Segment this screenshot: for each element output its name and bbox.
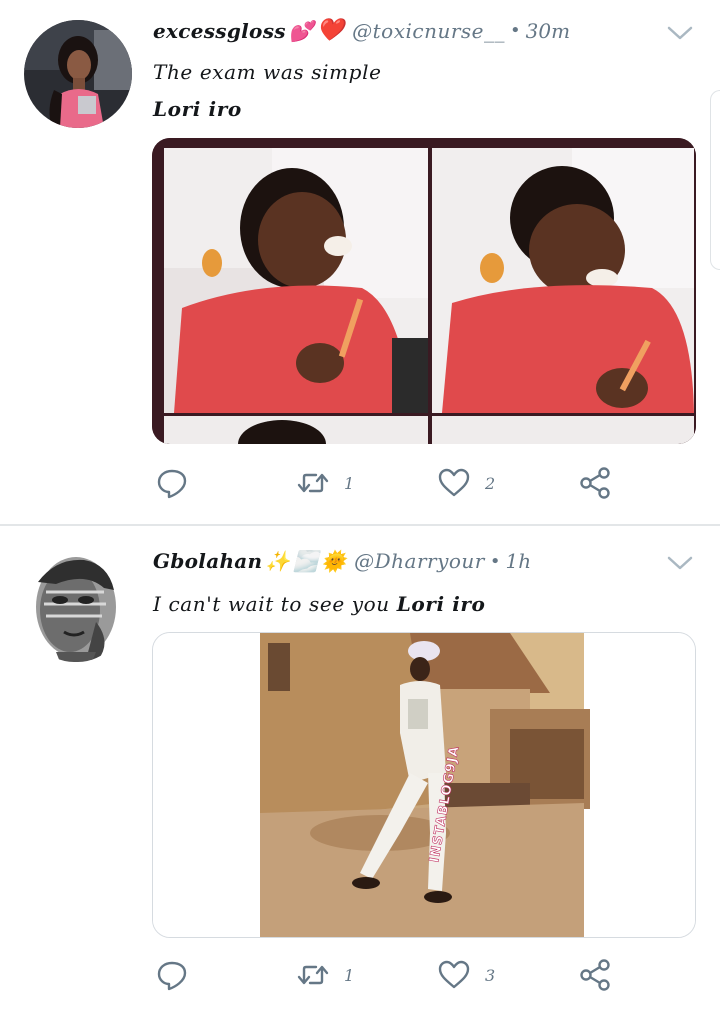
tweet-text-bold: Lori iro <box>396 592 486 616</box>
tweet-actions: 1 2 <box>0 466 720 506</box>
display-name[interactable]: Gbolahan <box>153 549 262 573</box>
like-count: 3 <box>485 965 496 985</box>
share-button[interactable] <box>578 466 612 500</box>
scroll-edge <box>710 90 720 270</box>
tweet-media[interactable] <box>152 138 696 444</box>
like-icon <box>438 960 470 989</box>
handle[interactable]: @toxicnurse__ <box>352 19 505 43</box>
like-button[interactable]: 2 <box>437 466 495 500</box>
retweet-button[interactable]: 1 <box>296 958 354 992</box>
name-emoji: 💕 <box>288 18 314 43</box>
reply-icon <box>157 469 187 499</box>
share-button[interactable] <box>578 958 612 992</box>
retweet-button[interactable]: 1 <box>296 466 354 500</box>
tweet-text: The exam was simple <box>153 60 382 84</box>
share-icon <box>580 467 610 499</box>
tweet-text: Lori iro <box>153 97 242 121</box>
name-emoji: 🌫️ <box>293 549 319 573</box>
chevron-down-icon[interactable] <box>666 554 694 572</box>
display-name[interactable]: excessgloss <box>153 19 286 43</box>
like-button[interactable]: 3 <box>437 958 495 992</box>
tweet-media[interactable]: INSTABLOG9JA <box>152 632 696 938</box>
tweet[interactable]: Gbolahan ✨ 🌫️ 🌞 @Dharryour • 1h I can't … <box>0 526 720 1011</box>
handle[interactable]: @Dharryour <box>354 549 485 573</box>
retweet-count: 1 <box>344 473 355 493</box>
share-icon <box>580 959 610 991</box>
separator: • <box>489 550 501 572</box>
like-icon <box>438 468 470 497</box>
tweet-text-prefix: I can't wait to see you <box>153 592 397 616</box>
tweet-text: I can't wait to see you Lori iro <box>153 592 485 616</box>
tweet-actions: 1 3 <box>0 958 720 998</box>
tweet-header: excessgloss 💕 ❤️ @toxicnurse__ • 30m <box>153 18 570 43</box>
name-emoji: ❤️ <box>316 18 345 43</box>
retweet-icon <box>297 473 329 493</box>
tweet[interactable]: excessgloss 💕 ❤️ @toxicnurse__ • 30m The… <box>0 0 720 524</box>
tweet-header: Gbolahan ✨ 🌫️ 🌞 @Dharryour • 1h <box>153 549 531 573</box>
reply-icon <box>157 961 187 991</box>
avatar[interactable] <box>26 552 126 662</box>
name-emoji: ✨ <box>265 549 291 573</box>
timestamp[interactable]: 30m <box>526 19 570 43</box>
retweet-count: 1 <box>344 965 355 985</box>
reply-button[interactable] <box>155 958 203 992</box>
separator: • <box>510 20 521 41</box>
chevron-down-icon[interactable] <box>666 24 694 42</box>
like-count: 2 <box>485 473 496 493</box>
reply-button[interactable] <box>155 466 203 500</box>
name-emoji: 🌞 <box>321 549 347 573</box>
avatar[interactable] <box>24 20 132 128</box>
timestamp[interactable]: 1h <box>506 549 532 573</box>
retweet-icon <box>297 965 329 985</box>
